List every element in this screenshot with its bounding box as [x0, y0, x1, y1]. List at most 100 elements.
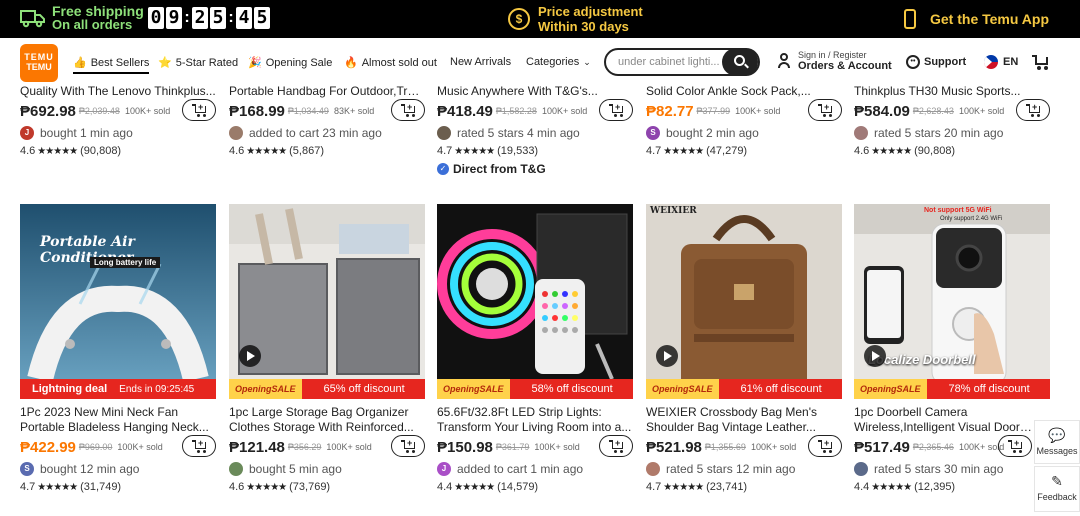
orders-account-label: Orders & Account	[798, 60, 892, 72]
product-card[interactable]: Not support 5G WiFi Only support 2.4G Wi…	[854, 204, 1050, 496]
add-to-cart-button[interactable]: +	[808, 435, 842, 457]
sold-count: 100K+ sold	[124, 106, 171, 116]
search-bar[interactable]: under cabinet lighti...	[604, 48, 760, 76]
cart-icon[interactable]	[1032, 54, 1050, 70]
nav-opening-sale[interactable]: 🎉 Opening Sale	[248, 56, 332, 70]
discount-label: 61% off discount	[740, 383, 822, 395]
product-title-line2[interactable]: Transform Your Living Room into a...	[437, 420, 633, 435]
product-title[interactable]: WEIXIER Crossbody Bag Men's	[646, 405, 842, 420]
activity-line: J added to cart 1 min ago	[437, 459, 633, 478]
product-title-line2[interactable]: Portable Bladeless Hanging Neck...	[20, 420, 216, 435]
timer-separator: :	[228, 9, 234, 26]
add-to-cart-button[interactable]: +	[599, 99, 633, 121]
star-rating-icon: ★★★★★	[37, 145, 78, 157]
review-count: (12,395)	[914, 481, 956, 493]
product-card[interactable]: Portable Handbag For Outdoor,Trav... ₱16…	[229, 84, 425, 160]
review-count: (23,741)	[706, 481, 748, 493]
get-app-link[interactable]: Get the Temu App	[904, 9, 1049, 29]
product-image[interactable]: Opening SALE 65% off discount	[229, 204, 425, 399]
discount-band: Opening SALE 58% off discount	[437, 379, 633, 399]
product-title[interactable]: Portable Handbag For Outdoor,Trav...	[229, 84, 425, 99]
product-title[interactable]: Quality With The Lenovo Thinkplus...	[20, 84, 216, 99]
add-to-cart-button[interactable]: +	[391, 435, 425, 457]
add-to-cart-button[interactable]: +	[998, 435, 1032, 457]
price-adjustment-promo[interactable]: $ Price adjustment Within 30 days	[508, 4, 643, 34]
original-price: ₱2,628.43	[912, 106, 954, 116]
product-title-line2[interactable]: Shoulder Bag Vintage Leather...	[646, 420, 842, 435]
rating-line: 4.7 ★★★★★ (47,279)	[646, 142, 842, 160]
product-image[interactable]: Portable Air Conditioner Long battery li…	[20, 204, 216, 399]
opening-badge-line2: SALE	[271, 383, 296, 394]
product-title[interactable]: Thinkplus TH30 Music Sports...	[854, 84, 1050, 99]
product-card[interactable]: Opening SALE 65% off discount 1pc Large S…	[229, 204, 425, 496]
sold-count: 100K+ sold	[117, 442, 163, 452]
language-selector[interactable]: EN	[984, 55, 1018, 69]
price-adjustment-sublabel: Within 30 days	[538, 19, 629, 34]
product-price: ₱121.48	[229, 438, 285, 456]
rating-value: 4.7	[20, 481, 36, 493]
product-title[interactable]: Music Anywhere With T&G's...	[437, 84, 633, 99]
timer-digit: 4	[236, 7, 252, 29]
main-nav: TEMU TEMU 👍 Best Sellers ⭐ 5-Star Rated …	[0, 38, 1080, 88]
product-title[interactable]: 1pc Large Storage Bag Organizer	[229, 405, 425, 420]
product-title[interactable]: 65.6Ft/32.8Ft LED Strip Lights:	[437, 405, 633, 420]
rating-line: 4.7 ★★★★★ (31,749)	[20, 478, 216, 496]
opening-sale-badge: Opening SALE	[229, 379, 302, 399]
temu-logo[interactable]: TEMU TEMU	[20, 44, 58, 82]
search-input[interactable]: under cabinet lighti...	[618, 56, 722, 68]
product-card[interactable]: Portable Air Conditioner Long battery li…	[20, 204, 216, 496]
opening-badge-line2: SALE	[688, 383, 713, 394]
activity-line: S bought 2 min ago	[646, 123, 842, 142]
nav-almost-sold-out[interactable]: 🔥 Almost sold out	[344, 56, 437, 70]
add-to-cart-button[interactable]: +	[599, 435, 633, 457]
original-price: ₱1,355.69	[704, 442, 746, 452]
product-card[interactable]: Thinkplus TH30 Music Sports... ₱584.09 ₱…	[854, 84, 1050, 160]
avatar	[229, 461, 243, 476]
sold-count: 100K+ sold	[958, 106, 1005, 116]
original-price: ₱2,039.48	[78, 106, 120, 116]
product-card[interactable]: Music Anywhere With T&G's... ₱418.49 ₱1,…	[437, 84, 633, 178]
price-adjustment-label: Price adjustment	[538, 4, 643, 19]
search-icon-handle	[744, 63, 749, 69]
nav-five-star[interactable]: ⭐ 5-Star Rated	[158, 56, 238, 70]
play-video-icon[interactable]	[656, 345, 678, 367]
rating-line: 4.6 ★★★★★ (90,808)	[854, 142, 1050, 160]
philippines-flag-icon	[984, 55, 998, 69]
support-link[interactable]: •• Support	[906, 55, 966, 69]
free-shipping-promo[interactable]: Free shipping On all orders	[20, 4, 144, 32]
add-to-cart-button[interactable]: +	[1016, 99, 1050, 121]
messages-button[interactable]: 💬 Messages	[1034, 420, 1080, 464]
review-count: (14,579)	[497, 481, 539, 493]
nav-new-arrivals[interactable]: New Arrivals	[450, 56, 511, 68]
search-button[interactable]	[722, 48, 758, 76]
add-to-cart-button[interactable]: +	[182, 435, 216, 457]
play-video-icon[interactable]	[239, 345, 261, 367]
product-card[interactable]: WEIXIER Opening SALE 61% off discount WEI…	[646, 204, 842, 496]
product-card[interactable]: Quality With The Lenovo Thinkplus... ₱69…	[20, 84, 216, 160]
nav-categories[interactable]: Categories ⌄	[526, 56, 591, 68]
product-card[interactable]: Solid Color Ankle Sock Pack,... ₱82.77 ₱…	[646, 84, 842, 160]
add-to-cart-button[interactable]: +	[391, 99, 425, 121]
add-to-cart-button[interactable]: +	[808, 99, 842, 121]
product-image[interactable]: WEIXIER Opening SALE 61% off discount	[646, 204, 842, 399]
price-line: ₱168.99 ₱1,034.49 83K+ sold +	[229, 99, 425, 123]
nav-best-sellers[interactable]: 👍 Best Sellers	[73, 56, 150, 74]
activity-line: J bought 1 min ago	[20, 123, 216, 142]
rating-line: 4.7 ★★★★★ (23,741)	[646, 478, 842, 496]
product-title-line2[interactable]: Clothes Storage With Reinforced...	[229, 420, 425, 435]
user-icon	[778, 53, 790, 69]
product-title[interactable]: 1Pc 2023 New Mini Neck Fan	[20, 405, 216, 420]
product-title-line2[interactable]: Wireless,Intelligent Visual Doorbell...	[854, 420, 1032, 435]
product-title[interactable]: Solid Color Ankle Sock Pack,...	[646, 84, 842, 99]
play-video-icon[interactable]	[864, 345, 886, 367]
add-to-cart-button[interactable]: +	[182, 99, 216, 121]
product-image[interactable]: Opening SALE 58% off discount	[437, 204, 633, 399]
product-title[interactable]: 1pc Doorbell Camera	[854, 405, 1032, 420]
product-card[interactable]: Opening SALE 58% off discount 65.6Ft/32.8…	[437, 204, 633, 496]
activity-line: rated 5 stars 12 min ago	[646, 459, 842, 478]
rating-value: 4.6	[20, 145, 36, 157]
feedback-button[interactable]: ✎ Feedback	[1034, 466, 1080, 512]
opening-badge-line2: SALE	[896, 383, 921, 394]
product-image[interactable]: Not support 5G WiFi Only support 2.4G Wi…	[854, 204, 1050, 399]
account-menu[interactable]: Sign in / Register Orders & Account	[778, 50, 892, 72]
